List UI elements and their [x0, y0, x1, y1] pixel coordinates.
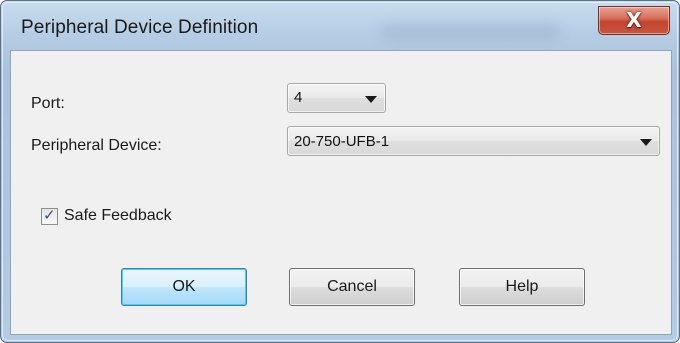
ok-button[interactable]: OK	[121, 268, 247, 306]
close-icon: X	[626, 8, 642, 32]
window-title: Peripheral Device Definition	[21, 17, 259, 38]
safe-feedback-label[interactable]: Safe Feedback	[64, 207, 172, 225]
port-select[interactable]: 4	[287, 83, 386, 113]
peripheral-device-label: Peripheral Device:	[31, 137, 162, 154]
peripheral-device-select-value: 20-750-UFB-1	[294, 133, 390, 150]
peripheral-device-select[interactable]: 20-750-UFB-1	[287, 126, 660, 156]
close-button[interactable]: X	[598, 6, 670, 35]
port-select-value: 4	[294, 89, 303, 106]
titlebar-glare	[381, 23, 561, 41]
cancel-button[interactable]: Cancel	[289, 268, 415, 306]
dialog-window: Peripheral Device Definition X Port: 4 P…	[0, 0, 680, 343]
chevron-down-icon	[640, 139, 652, 146]
checkmark-icon: ✓	[43, 206, 56, 224]
port-label: Port:	[31, 95, 65, 112]
chevron-down-icon	[365, 96, 377, 103]
dialog-client-area: Port: 4 Peripheral Device: 20-750-UFB-1 …	[10, 50, 672, 335]
help-button[interactable]: Help	[459, 268, 585, 306]
safe-feedback-checkbox[interactable]: ✓	[41, 206, 58, 225]
